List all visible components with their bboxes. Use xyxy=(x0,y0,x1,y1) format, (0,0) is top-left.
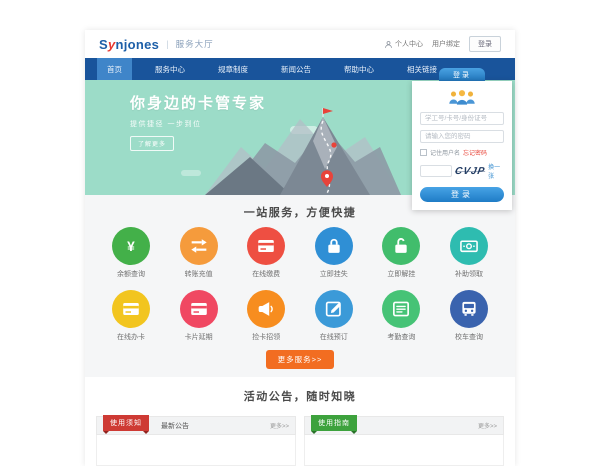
service-item-2[interactable]: 在线缴费 xyxy=(235,227,297,279)
guide-panel-header: 使用指南 更多>> xyxy=(304,416,504,435)
service-item-0[interactable]: ¥ 余额查询 xyxy=(100,227,162,279)
hero-text: 你身边的卡管专家 提供捷径 一步到位 了解更多 xyxy=(130,92,266,151)
announcements-section: 活动公告，随时知晓 使用须知 最新公告 更多>> 使用指南 更多>> xyxy=(85,377,515,466)
announcements-title: 活动公告，随时知晓 xyxy=(85,388,515,404)
banknote-icon xyxy=(450,227,488,265)
svg-text:¥: ¥ xyxy=(127,239,135,254)
more-services-button[interactable]: 更多服务>> xyxy=(266,350,335,369)
announcement-panels: 使用须知 最新公告 更多>> 使用指南 更多>> xyxy=(85,416,515,466)
flag-icon xyxy=(323,108,333,114)
service-item-5[interactable]: 补助领取 xyxy=(438,227,500,279)
service-item-3[interactable]: 立即挂失 xyxy=(303,227,365,279)
login-form: 记住用户名 忘记密码 CVJP 换一张 登录 xyxy=(412,81,512,210)
service-label: 立即挂失 xyxy=(303,269,365,279)
user-bind-link[interactable]: 用户绑定 xyxy=(432,39,460,49)
users-icon xyxy=(445,88,479,106)
logo-text-rest: njones xyxy=(116,37,160,52)
account-input[interactable] xyxy=(420,112,504,125)
guide-panel: 使用指南 更多>> xyxy=(304,416,504,466)
service-label: 余额查询 xyxy=(100,269,162,279)
service-item-9[interactable]: 在线预订 xyxy=(303,290,365,342)
logo-arrow: y xyxy=(108,37,116,52)
captcha-row: CVJP 换一张 xyxy=(420,162,504,180)
remember-label: 记住用户名 xyxy=(430,148,460,157)
services-grid: ¥ 余额查询转账充值在线缴费立即挂失立即解挂补助领取在线办卡卡片延期捡卡招领在线预… xyxy=(85,227,515,342)
cloud xyxy=(181,170,201,176)
nav-item-0[interactable]: 首页 xyxy=(97,58,132,80)
notice-panel-header: 使用须知 最新公告 更多>> xyxy=(96,416,296,435)
map-pin-icon xyxy=(331,142,336,147)
notice-ribbon-tab[interactable]: 使用须知 xyxy=(103,415,149,431)
notice-panel-body xyxy=(96,435,296,466)
service-label: 在线预订 xyxy=(303,332,365,342)
hero-title: 你身边的卡管专家 xyxy=(130,92,266,113)
logo-text: S xyxy=(99,37,108,52)
nav-item-3[interactable]: 新闻公告 xyxy=(271,58,321,80)
site-name: 服务大厅 xyxy=(176,38,214,50)
edit-icon xyxy=(315,290,353,328)
password-input[interactable] xyxy=(420,130,504,143)
service-item-1[interactable]: 转账充值 xyxy=(168,227,230,279)
captcha-refresh-link[interactable]: 换一张 xyxy=(488,162,504,180)
personal-center-label: 个人中心 xyxy=(395,39,423,49)
yen-icon: ¥ xyxy=(112,227,150,265)
portal-page: Synjones | 服务大厅 个人中心 用户绑定 登录 首页服务中心规章制度新… xyxy=(85,30,515,466)
person-icon xyxy=(384,40,393,49)
unlock-icon xyxy=(382,227,420,265)
guide-panel-body xyxy=(304,435,504,466)
captcha-image[interactable]: CVJP xyxy=(454,166,486,177)
login-tab[interactable]: 登录 xyxy=(439,68,485,81)
login-panel: 登录 记住用户名 忘记密码 CVJP 换一张 登录 xyxy=(412,68,512,210)
latest-news-tab[interactable]: 最新公告 xyxy=(161,421,189,431)
service-item-7[interactable]: 卡片延期 xyxy=(168,290,230,342)
card-icon xyxy=(180,290,218,328)
lock-icon xyxy=(315,227,353,265)
nav-item-4[interactable]: 帮助中心 xyxy=(334,58,384,80)
service-item-6[interactable]: 在线办卡 xyxy=(100,290,162,342)
personal-center-link[interactable]: 个人中心 xyxy=(384,39,423,49)
login-submit-button[interactable]: 登录 xyxy=(420,187,504,202)
hero-cta-button[interactable]: 了解更多 xyxy=(130,136,174,151)
logo-divider: | xyxy=(166,39,168,49)
hero-subtitle: 提供捷径 一步到位 xyxy=(130,119,266,129)
service-label: 立即解挂 xyxy=(370,269,432,279)
remember-row: 记住用户名 忘记密码 xyxy=(420,148,504,157)
service-label: 在线办卡 xyxy=(100,332,162,342)
user-bind-label: 用户绑定 xyxy=(432,39,460,49)
card-icon xyxy=(112,290,150,328)
nav-item-1[interactable]: 服务中心 xyxy=(145,58,195,80)
service-label: 转账充值 xyxy=(168,269,230,279)
nav-item-2[interactable]: 规章制度 xyxy=(208,58,258,80)
notice-panel: 使用须知 最新公告 更多>> xyxy=(96,416,296,466)
captcha-input[interactable] xyxy=(420,165,452,177)
header-links: 个人中心 用户绑定 登录 xyxy=(384,36,501,52)
services-section: 一站服务，方便快捷 ¥余额查询转账充值在线缴费立即挂失立即解挂补助领取在线办卡卡… xyxy=(85,195,515,377)
service-item-10[interactable]: 考勤查询 xyxy=(370,290,432,342)
list-icon xyxy=(382,290,420,328)
megaphone-icon xyxy=(247,290,285,328)
service-label: 捡卡招领 xyxy=(235,332,297,342)
remember-checkbox[interactable] xyxy=(420,149,427,156)
service-label: 补助领取 xyxy=(438,269,500,279)
card-icon xyxy=(247,227,285,265)
forgot-password-link[interactable]: 忘记密码 xyxy=(463,148,487,157)
top-header: Synjones | 服务大厅 个人中心 用户绑定 登录 xyxy=(85,30,515,58)
service-label: 校车查询 xyxy=(438,332,500,342)
service-label: 卡片延期 xyxy=(168,332,230,342)
bus-icon xyxy=(450,290,488,328)
notice-more-link[interactable]: 更多>> xyxy=(270,421,289,430)
service-item-11[interactable]: 校车查询 xyxy=(438,290,500,342)
guide-more-link[interactable]: 更多>> xyxy=(478,421,497,430)
service-label: 考勤查询 xyxy=(370,332,432,342)
service-item-8[interactable]: 捡卡招领 xyxy=(235,290,297,342)
service-label: 在线缴费 xyxy=(235,269,297,279)
header-login-button[interactable]: 登录 xyxy=(469,36,501,52)
transfer-icon xyxy=(180,227,218,265)
service-item-4[interactable]: 立即解挂 xyxy=(370,227,432,279)
guide-ribbon-tab[interactable]: 使用指南 xyxy=(311,415,357,431)
logo[interactable]: Synjones xyxy=(99,37,159,52)
